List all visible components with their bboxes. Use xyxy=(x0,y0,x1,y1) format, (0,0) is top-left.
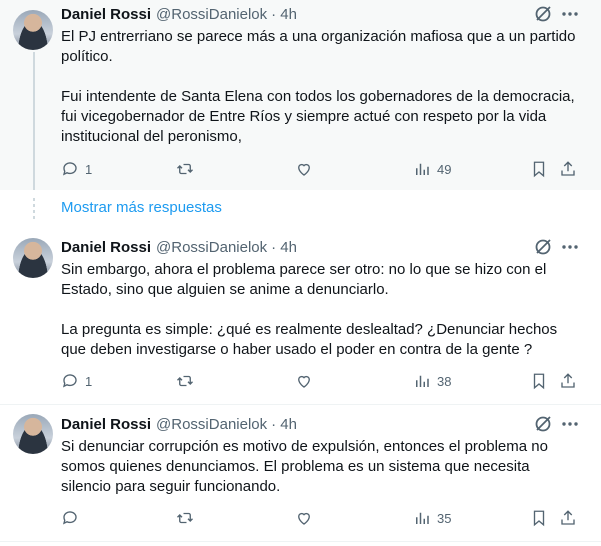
retweet-icon xyxy=(177,163,193,175)
reply-count: 1 xyxy=(85,161,93,177)
views-count: 35 xyxy=(437,510,452,526)
author-name[interactable]: Daniel Rossi xyxy=(61,416,151,433)
tweet-paragraph: Sin embargo, ahora el problema parece se… xyxy=(61,261,547,298)
grok-icon[interactable] xyxy=(533,237,553,257)
tweet-header: Daniel Rossi @RossiDanielok · 4h xyxy=(61,414,297,434)
author-name[interactable]: Daniel Rossi xyxy=(61,239,151,256)
retweet-button[interactable] xyxy=(176,508,200,528)
views-icon xyxy=(416,375,429,387)
retweet-icon xyxy=(177,512,193,524)
reply-count: 1 xyxy=(85,373,93,389)
tweet-paragraph: Si denunciar corrupción es motivo de exp… xyxy=(61,438,548,495)
avatar[interactable] xyxy=(13,238,53,278)
reply-icon xyxy=(62,511,77,525)
views-count: 49 xyxy=(437,161,452,177)
reply-button[interactable]: 1 xyxy=(61,159,92,179)
show-more-replies-link[interactable]: Mostrar más respuestas xyxy=(61,198,222,218)
author-handle[interactable]: @RossiDanielok xyxy=(156,6,267,23)
tweet-text: Sin embargo, ahora el problema parece se… xyxy=(61,260,581,360)
action-bar: 35 xyxy=(61,508,581,528)
views-icon xyxy=(416,163,429,175)
tweet-text: Si denunciar corrupción es motivo de exp… xyxy=(61,437,581,497)
more-icon[interactable] xyxy=(560,414,580,434)
tweet-header: Daniel Rossi @RossiDanielok · 4h xyxy=(61,237,297,257)
thread-dots xyxy=(33,198,35,220)
views-button[interactable]: 38 xyxy=(413,371,451,391)
more-icon[interactable] xyxy=(560,4,580,24)
like-button[interactable] xyxy=(295,508,319,528)
tweet-paragraph: Fui intendente de Santa Elena con todos … xyxy=(61,88,575,145)
author-name[interactable]: Daniel Rossi xyxy=(61,6,151,23)
tweet-header: Daniel Rossi @RossiDanielok · 4h xyxy=(61,4,297,24)
tweet-time[interactable]: · 4h xyxy=(271,416,297,433)
bookmark-icon xyxy=(533,510,545,527)
views-button[interactable]: 49 xyxy=(413,159,451,179)
like-icon xyxy=(298,375,310,388)
views-count: 38 xyxy=(437,373,452,389)
share-button[interactable] xyxy=(559,508,577,528)
tweet-1[interactable]: Daniel Rossi @RossiDanielok · 4h El PJ e… xyxy=(0,0,601,190)
reply-button[interactable]: 1 xyxy=(61,371,92,391)
reply-icon xyxy=(62,162,77,176)
author-handle[interactable]: @RossiDanielok xyxy=(156,416,267,433)
author-handle[interactable]: @RossiDanielok xyxy=(156,239,267,256)
retweet-button[interactable] xyxy=(176,371,200,391)
tweet-paragraph: El PJ entrerriano se parece más a una or… xyxy=(61,28,576,65)
grok-icon[interactable] xyxy=(533,4,553,24)
share-icon xyxy=(561,161,575,176)
avatar[interactable] xyxy=(13,414,53,454)
more-icon[interactable] xyxy=(560,237,580,257)
share-button[interactable] xyxy=(559,371,577,391)
reply-icon xyxy=(62,374,77,388)
retweet-button[interactable] xyxy=(176,159,200,179)
bookmark-icon xyxy=(533,161,545,178)
bookmark-button[interactable] xyxy=(530,371,548,391)
tweet-time[interactable]: · 4h xyxy=(271,6,297,23)
views-icon xyxy=(416,512,429,524)
share-icon xyxy=(561,373,575,388)
views-button[interactable]: 35 xyxy=(413,508,451,528)
like-button[interactable] xyxy=(295,159,319,179)
thread-line xyxy=(33,52,35,190)
action-bar: 1 38 xyxy=(61,371,581,391)
retweet-icon xyxy=(177,375,193,387)
tweet-3[interactable]: Daniel Rossi @RossiDanielok · 4h Si denu… xyxy=(0,404,601,546)
divider xyxy=(0,541,601,542)
tweet-2[interactable]: Daniel Rossi @RossiDanielok · 4h Sin emb… xyxy=(0,226,601,404)
grok-icon[interactable] xyxy=(533,414,553,434)
tweet-time[interactable]: · 4h xyxy=(271,239,297,256)
share-button[interactable] xyxy=(559,159,577,179)
share-icon xyxy=(561,510,575,525)
tweet-paragraph: La pregunta es simple: ¿qué es realmente… xyxy=(61,321,558,358)
reply-button[interactable] xyxy=(61,508,85,528)
bookmark-icon xyxy=(533,373,545,390)
avatar[interactable] xyxy=(13,10,53,50)
bookmark-button[interactable] xyxy=(530,508,548,528)
action-bar: 1 49 xyxy=(61,159,581,179)
bookmark-button[interactable] xyxy=(530,159,548,179)
like-button[interactable] xyxy=(295,371,319,391)
tweet-text: El PJ entrerriano se parece más a una or… xyxy=(61,27,581,147)
like-icon xyxy=(298,512,310,525)
like-icon xyxy=(298,163,310,176)
